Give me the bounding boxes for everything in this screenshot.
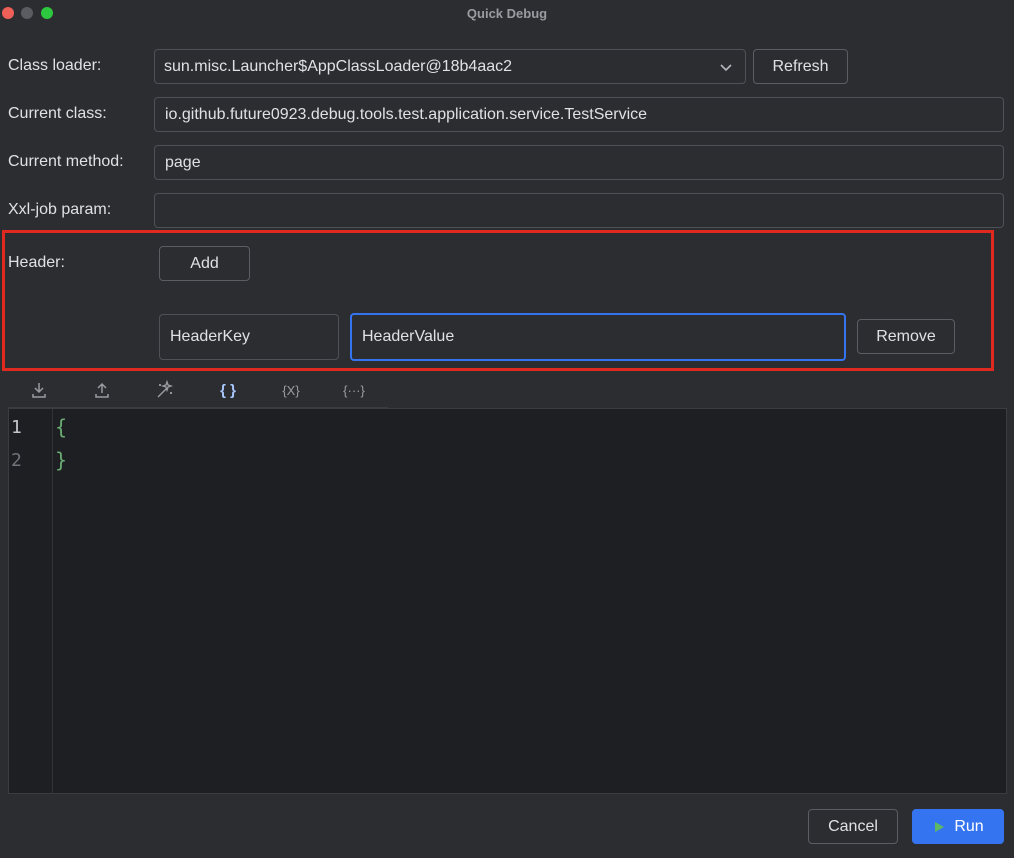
- title-bar: Quick Debug: [0, 0, 1014, 28]
- chevron-down-icon: [720, 64, 732, 72]
- header-label: Header:: [8, 254, 65, 271]
- current-method-label: Current method:: [8, 153, 124, 170]
- editor-toolbar: { } {X} {···}: [8, 372, 388, 408]
- class-loader-label: Class loader:: [8, 57, 102, 74]
- current-class-label: Current class:: [8, 105, 107, 122]
- header-key-field[interactable]: HeaderKey: [159, 314, 339, 360]
- export-icon[interactable]: [90, 378, 114, 402]
- json-editor[interactable]: 1 2 { }: [8, 408, 1007, 794]
- class-loader-value: sun.misc.Launcher$AppClassLoader@18b4aac…: [164, 57, 513, 75]
- line-number-gutter: 1 2: [9, 409, 53, 793]
- json-braces-icon[interactable]: { }: [216, 378, 240, 402]
- variable-icon[interactable]: {X}: [279, 378, 303, 402]
- cancel-button[interactable]: Cancel: [808, 809, 898, 844]
- run-label: Run: [954, 817, 984, 835]
- code-line: }: [55, 448, 68, 472]
- code-line: {: [55, 415, 68, 439]
- import-icon[interactable]: [27, 378, 51, 402]
- class-loader-select[interactable]: sun.misc.Launcher$AppClassLoader@18b4aac…: [154, 49, 746, 84]
- expression-icon[interactable]: {···}: [342, 378, 366, 402]
- current-method-field[interactable]: page: [154, 145, 1004, 180]
- line-number: 2: [11, 450, 22, 471]
- remove-header-button[interactable]: Remove: [857, 319, 955, 354]
- add-header-button[interactable]: Add: [159, 246, 250, 281]
- window-title: Quick Debug: [466, 6, 548, 21]
- header-value-field[interactable]: HeaderValue: [350, 313, 846, 361]
- run-button[interactable]: Run: [912, 809, 1004, 844]
- current-class-field[interactable]: io.github.future0923.debug.tools.test.ap…: [154, 97, 1004, 132]
- xxl-job-param-label: Xxl-job param:: [8, 201, 112, 218]
- xxl-job-param-field[interactable]: [154, 193, 1004, 228]
- refresh-button[interactable]: Refresh: [753, 49, 848, 84]
- magic-wand-icon[interactable]: [153, 378, 177, 402]
- run-icon: [935, 821, 945, 832]
- line-number: 1: [11, 417, 22, 438]
